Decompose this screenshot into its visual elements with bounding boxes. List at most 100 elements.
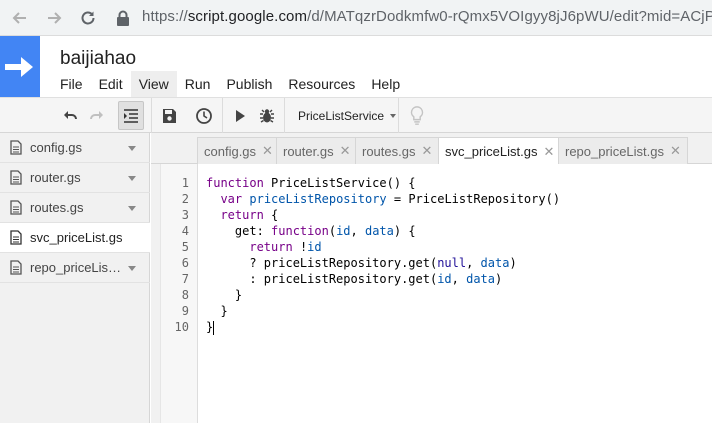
toolbar-separator [398,98,399,133]
chevron-down-icon[interactable] [128,176,136,181]
function-select[interactable]: PriceListService [290,101,404,130]
code-line: return !id [206,239,322,255]
menu-edit[interactable]: Edit [91,71,131,97]
tab-routes[interactable]: routes.gs ✕ [355,137,440,164]
code-line: function PriceListService() { [206,175,416,191]
line-number: 2 [181,192,189,206]
menu-file[interactable]: File [52,71,91,97]
code-token: , [350,224,365,238]
tab-repo-pricelist[interactable]: repo_priceList.gs ✕ [558,137,688,164]
undo-button[interactable] [58,101,82,130]
forward-button[interactable] [42,6,66,30]
hint-button[interactable] [405,101,429,130]
code-token: return [220,208,264,222]
line-number: 10 [174,320,189,334]
undo-icon [64,110,77,119]
indent-toggle-button[interactable] [118,101,144,130]
tab-config[interactable]: config.gs ✕ [197,137,280,164]
menu-publish[interactable]: Publish [218,71,280,97]
close-icon[interactable]: ✕ [262,143,273,159]
address-bar[interactable]: https://script.google.com/d/MATqzrDodkmf… [142,8,712,25]
code-line: ? priceListRepository.get(null, data) [206,255,516,271]
code-token: get: [206,224,272,238]
file-item-config[interactable]: config.gs [0,133,150,163]
line-number: 8 [181,288,189,302]
file-name: config.gs [30,140,83,155]
file-item-svc-pricelist[interactable]: svc_priceList.gs [0,223,150,253]
menu-resources[interactable]: Resources [280,71,363,97]
code-token: ( [328,224,337,238]
url-path: /d/MATqzrDodkmfw0-rQmx5VOIgyy8jJ6pWU/edi… [307,8,712,25]
code-token: function [271,224,329,238]
file-item-router[interactable]: router.gs [0,163,150,193]
code-token: data [364,224,394,238]
close-icon[interactable]: ✕ [543,144,554,160]
chevron-down-icon[interactable] [128,266,136,271]
code-token: function [206,176,264,190]
document-icon [10,170,22,185]
chevron-down-icon[interactable] [128,206,136,211]
file-item-routes[interactable]: routes.gs [0,193,150,223]
apps-script-logo[interactable] [0,36,40,97]
toolbar-separator [222,98,223,133]
lock-icon [117,10,129,26]
code-token: var [220,192,243,206]
chevron-down-icon[interactable] [128,146,136,151]
menu-view[interactable]: View [130,71,177,97]
menu-help[interactable]: Help [363,71,408,97]
code-line: var priceListRepository = PriceListRepos… [206,191,560,207]
redo-button[interactable] [85,101,109,130]
file-name: repo_priceList.gs [30,260,124,275]
debug-button[interactable] [255,101,279,130]
code-editor[interactable]: 1 2 3 4 5 6 7 8 9 10 function PriceListService() … [151,164,712,423]
back-button[interactable] [8,6,32,30]
editor-tabs: config.gs ✕ router.gs ✕ routes.gs ✕ svc_… [151,133,712,165]
project-title[interactable]: baijiahao [60,48,136,70]
code-token: PriceListService() { [263,176,416,190]
reload-button[interactable] [76,6,100,30]
line-number: 3 [181,208,189,222]
bug-icon [260,108,274,123]
file-name: svc_priceList.gs [30,230,123,245]
tab-label: repo_priceList.gs [565,143,664,159]
text-cursor [213,320,215,335]
function-select-value: PriceListService [298,108,385,123]
run-button[interactable] [228,101,252,130]
tab-router[interactable]: router.gs ✕ [276,137,358,164]
code-token: , [466,256,481,270]
code-token: id [307,240,322,254]
tab-label: router.gs [283,143,334,159]
code-token: ) { [393,224,416,238]
code-token: null [437,256,467,270]
redo-icon [90,110,103,119]
close-icon[interactable]: ✕ [340,143,351,159]
triggers-button[interactable] [192,101,216,130]
close-icon[interactable]: ✕ [421,143,432,159]
play-icon [236,109,245,122]
tab-svc-pricelist[interactable]: svc_priceList.gs ✕ [438,137,562,165]
line-number: 4 [181,224,189,238]
code-token: = PriceListRepository() [386,192,561,206]
line-number-gutter: 1 2 3 4 5 6 7 8 9 10 [151,164,198,423]
file-item-repo-pricelist[interactable]: repo_priceList.gs [0,253,150,283]
line-number: 6 [181,256,189,270]
arrow-right-icon [48,12,62,24]
code-token: data [466,272,495,286]
document-icon [10,230,22,245]
code-token: ) [495,272,503,286]
close-icon[interactable]: ✕ [670,143,681,159]
document-icon [10,140,22,155]
url-prefix: https:// [142,8,188,25]
code-token: } [206,288,243,302]
tab-label: routes.gs [362,143,416,159]
save-button[interactable] [157,101,181,130]
document-icon [10,200,22,215]
menu-run[interactable]: Run [177,71,219,97]
toolbar-separator [151,98,152,133]
code-token: : priceListRepository.get( [206,272,438,286]
tab-label: config.gs [204,143,257,159]
code-line: } [206,319,215,335]
code-line: } [206,287,242,303]
lightbulb-icon [410,105,424,125]
